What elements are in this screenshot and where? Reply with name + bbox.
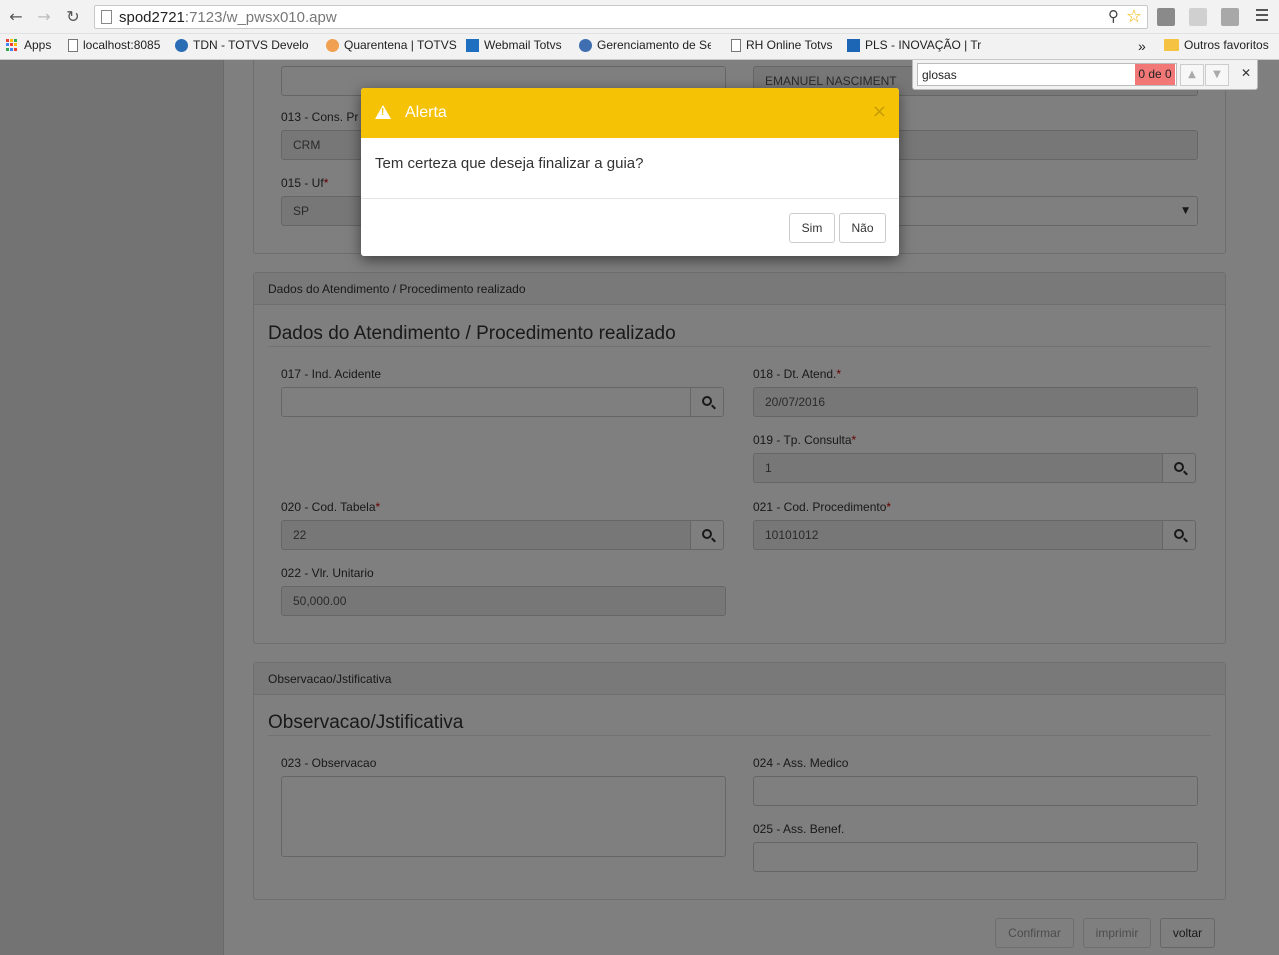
bookmark-star-icon[interactable]: ☆ <box>1126 6 1142 27</box>
search-icon[interactable]: ⚲ <box>1108 7 1119 25</box>
extension-icon[interactable] <box>1189 8 1207 26</box>
yes-button[interactable]: Sim <box>789 213 835 243</box>
bookmark-pls[interactable]: PLS - INOVAÇÃO | Tre <box>847 38 981 52</box>
page-icon <box>68 38 78 52</box>
bookmark-gerenciamento[interactable]: Gerenciamento de Se <box>579 38 711 52</box>
modal-header: ! Alerta × <box>361 88 899 138</box>
find-bar: glosas 0 de 0 ▲ ▼ ✕ <box>912 60 1258 90</box>
forward-arrow-icon[interactable]: → <box>34 7 54 27</box>
quarentena-icon <box>326 38 339 52</box>
extension-icon[interactable] <box>1157 8 1175 26</box>
page-icon <box>731 38 741 52</box>
bookmark-other-folder[interactable]: Outros favoritos <box>1164 38 1269 52</box>
browser-toolbar: ← → ↻ spod2721:7123/w_pwsx010.apw ⚲ ☆ <box>0 0 1279 34</box>
more-bookmarks-chevron-icon[interactable]: » <box>1138 38 1146 54</box>
bookmarks-bar: Apps localhost:8085 TDN - TOTVS Develop … <box>0 34 1279 60</box>
address-url[interactable]: spod2721:7123/w_pwsx010.apw <box>119 9 337 26</box>
page-icon <box>101 10 112 24</box>
extension-icon[interactable] <box>1221 8 1239 26</box>
folder-icon <box>1164 39 1179 51</box>
bookmark-quarentena[interactable]: Quarentena | TOTVS <box>326 38 457 52</box>
no-button[interactable]: Não <box>839 213 886 243</box>
alert-modal: ! Alerta × Tem certeza que deseja finali… <box>361 88 899 256</box>
close-icon[interactable]: ✕ <box>1241 66 1251 80</box>
bookmark-webmail[interactable]: Webmail Totvs <box>466 38 562 52</box>
bookmark-apps[interactable]: Apps <box>6 38 51 52</box>
outlook-icon <box>466 38 479 52</box>
close-icon[interactable]: × <box>872 101 887 122</box>
find-previous-icon[interactable]: ▲ <box>1180 64 1204 86</box>
bookmark-localhost[interactable]: localhost:8085 <box>68 38 160 52</box>
modal-title: Alerta <box>405 104 447 121</box>
tdn-icon <box>175 38 188 52</box>
bookmark-tdn[interactable]: TDN - TOTVS Develop <box>175 38 309 52</box>
find-match-count: 0 de 0 <box>1135 64 1175 85</box>
back-arrow-icon[interactable]: ← <box>6 7 26 27</box>
warning-icon: ! <box>375 105 391 119</box>
trello-icon <box>847 38 860 52</box>
modal-message: Tem certeza que deseja finalizar a guia? <box>375 155 644 172</box>
address-bar[interactable]: spod2721:7123/w_pwsx010.apw ⚲ ☆ <box>94 5 1148 29</box>
divider <box>361 198 899 199</box>
browser-menu-icon[interactable] <box>1256 9 1268 24</box>
find-next-icon[interactable]: ▼ <box>1205 64 1229 86</box>
bookmark-rh-online[interactable]: RH Online Totvs <box>731 38 832 52</box>
apps-grid-icon <box>6 38 19 52</box>
reload-icon[interactable]: ↻ <box>63 7 83 27</box>
globe-icon <box>579 38 592 52</box>
